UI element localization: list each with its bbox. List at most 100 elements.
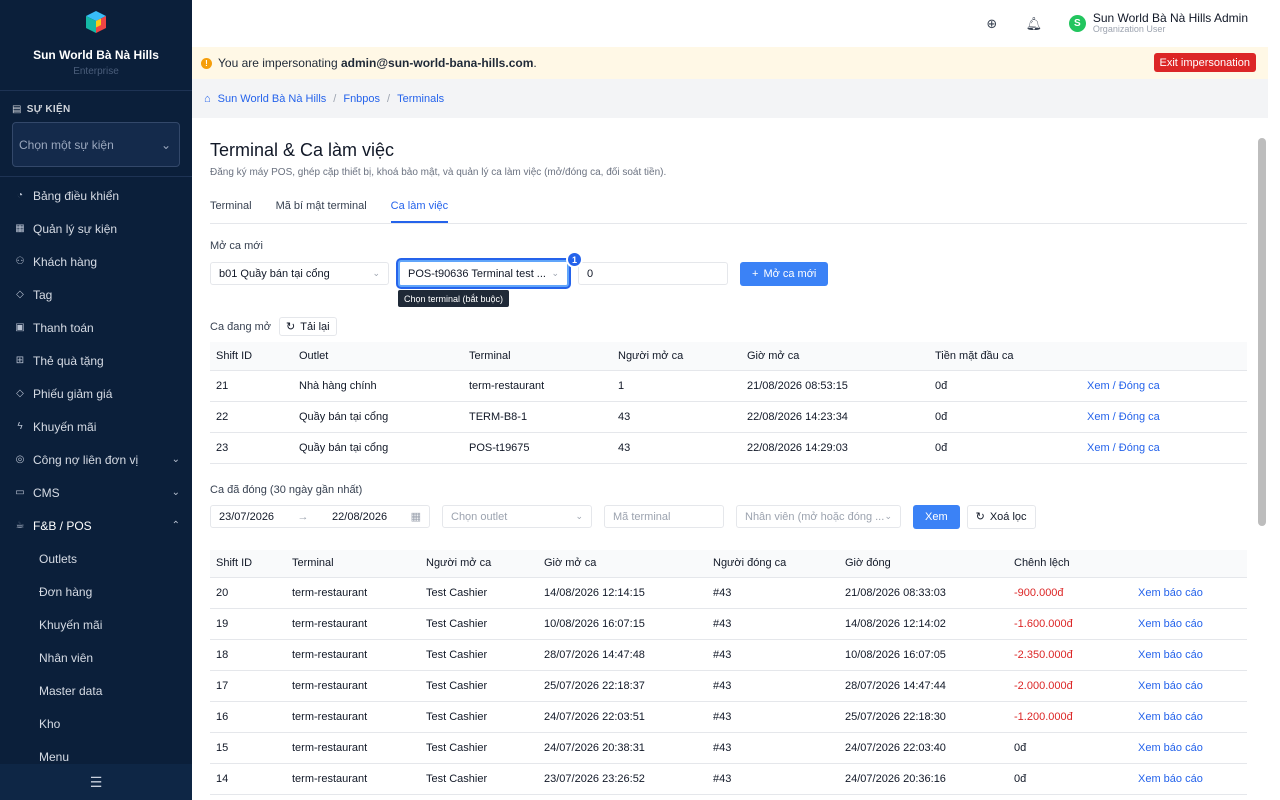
open-shifts-label: Ca đang mở	[210, 320, 272, 333]
terminal-select[interactable]: POS-t90636 Terminal test ... ⌄	[398, 260, 569, 287]
chevron-down-icon: ⌄	[160, 137, 171, 152]
calendar-icon: ▦	[410, 511, 421, 523]
column-header: Shift ID	[210, 342, 293, 371]
promotion-icon: ϟ	[17, 421, 23, 432]
table-row: 16 term-restaurant Test Cashier 24/07/2026 …	[210, 701, 1247, 733]
plus-icon: +	[752, 267, 759, 280]
staff-filter-select[interactable]: Nhân viên (mở hoặc đóng ... ⌄	[736, 505, 901, 528]
tab-terminal-secret[interactable]: Mã bí mật terminal	[276, 200, 367, 223]
sidebar-subitem-master-data[interactable]: Master data	[0, 674, 192, 707]
sidebar-subitem-outlets[interactable]: Outlets	[0, 542, 192, 575]
bell-icon[interactable]: 🔔︎	[1026, 16, 1043, 31]
exit-impersonation-button[interactable]: Exit impersonation	[1153, 53, 1256, 72]
outlet-filter-select[interactable]: Chọn outlet ⌄	[442, 505, 592, 528]
column-header: Chênh lệch	[1008, 549, 1120, 578]
table-row: 15 term-restaurant Test Cashier 24/07/2026 …	[210, 732, 1247, 764]
terminal-code-input[interactable]: Mã terminal	[604, 505, 724, 528]
user-name: Sun World Bà Nà Hills Admin	[1092, 11, 1248, 25]
payment-icon: ▣	[15, 322, 25, 333]
sidebar-item-debt[interactable]: ◎ Công nợ liên đơn vị ⌄	[0, 443, 192, 476]
chevron-down-icon: ⌄	[171, 487, 180, 498]
view-close-shift-link[interactable]: Xem / Đóng ca	[1081, 370, 1247, 402]
table-row: 20 term-restaurant Test Cashier 14/08/2026 …	[210, 577, 1247, 609]
brand-name: Sun World Bà Nà Hills	[33, 48, 159, 62]
opening-cash-input[interactable]: 0	[578, 262, 728, 285]
impersonation-banner: ! You are impersonating admin@sun-world-…	[192, 47, 1268, 79]
table-row: 17 term-restaurant Test Cashier 25/07/2026 …	[210, 670, 1247, 702]
user-menu[interactable]: S Sun World Bà Nà Hills Admin Organizati…	[1068, 11, 1248, 35]
open-shift-form: b01 Quầy bán tại cổng ⌄ POS-t90636 Termin…	[210, 251, 1247, 307]
column-header: Người mở ca	[612, 342, 741, 371]
column-header: Outlet	[293, 342, 463, 371]
view-close-shift-link[interactable]: Xem / Đóng ca	[1081, 401, 1247, 433]
sidebar-subitem-warehouse[interactable]: Kho	[0, 707, 192, 740]
sidebar-subitem-orders[interactable]: Đơn hàng	[0, 575, 192, 608]
table-row: 14 term-restaurant Test Cashier 23/07/2026 …	[210, 763, 1247, 795]
step-badge: 1	[566, 251, 583, 268]
chevron-down-icon: ⌄	[551, 268, 559, 278]
scrollbar[interactable]	[1258, 138, 1266, 526]
sidebar-item-tag[interactable]: ◇ Tag	[0, 278, 192, 311]
topbar: ⊕ 🔔︎ S Sun World Bà Nà Hills Admin Organ…	[192, 0, 1268, 47]
tag-icon: ◇	[16, 289, 24, 300]
open-shift-button[interactable]: + Mở ca mới	[740, 261, 829, 286]
users-icon: ⚇	[15, 256, 25, 267]
date-to: 22/08/2026	[332, 510, 388, 523]
sidebar-item-payment[interactable]: ▣ Thanh toán	[0, 311, 192, 344]
sidebar-item-gift-card[interactable]: ⊞ Thẻ quà tặng	[0, 344, 192, 377]
view-report-link[interactable]: Xem báo cáo	[1120, 670, 1247, 702]
view-report-link[interactable]: Xem báo cáo	[1120, 608, 1247, 640]
open-shift-label: Mở ca mới	[210, 240, 263, 252]
column-header: Shift ID	[210, 549, 286, 578]
sidebar-item-events[interactable]: ▦ Quản lý sự kiện	[0, 212, 192, 245]
tab-shifts[interactable]: Ca làm việc	[390, 200, 449, 223]
sidebar-collapse-button[interactable]: ☰	[0, 764, 192, 800]
view-button[interactable]: Xem	[913, 504, 960, 529]
sidebar-item-coupon[interactable]: ◇ Phiếu giảm giá	[0, 377, 192, 410]
breadcrumb-terminals[interactable]: Terminals	[397, 93, 444, 105]
column-header: Giờ đóng	[839, 549, 1008, 578]
view-report-link[interactable]: Xem báo cáo	[1120, 732, 1247, 764]
sidebar-item-dashboard[interactable]: ◔ Bảng điều khiển	[0, 179, 192, 212]
view-report-link[interactable]: Xem báo cáo	[1120, 577, 1247, 609]
sidebar-item-fnb-pos[interactable]: ☕ F&B / POS ⌃	[0, 509, 192, 542]
debt-icon: ◎	[15, 454, 25, 465]
sidebar-item-cms[interactable]: ▭ CMS ⌄	[0, 476, 192, 509]
breadcrumb-fnbpos[interactable]: Fnbpos	[343, 93, 380, 105]
column-header: Terminal	[463, 342, 612, 371]
column-header	[1120, 549, 1247, 578]
clear-filter-button[interactable]: ↻ Xoá lọc	[966, 504, 1036, 529]
sidebar-subitem-staff[interactable]: Nhân viên	[0, 641, 192, 674]
reload-button[interactable]: ↻ Tải lại	[279, 317, 337, 336]
page-description: Đăng ký máy POS, ghép cặp thiết bị, khoá…	[210, 167, 667, 178]
globe-icon[interactable]: ⊕	[985, 16, 999, 31]
calendar-icon: ▤	[12, 104, 22, 115]
breadcrumb-org[interactable]: Sun World Bà Nà Hills	[218, 93, 327, 105]
sidebar-item-promotion[interactable]: ϟ Khuyến mãi	[0, 410, 192, 443]
sidebar-subitem-promotions[interactable]: Khuyến mãi	[0, 608, 192, 641]
view-report-link[interactable]: Xem báo cáo	[1120, 763, 1247, 795]
gift-icon: ⊞	[15, 355, 25, 366]
terminal-tooltip: Chọn terminal (bắt buộc)	[398, 290, 510, 307]
page-title: Terminal & Ca làm việc	[210, 140, 395, 160]
main-content: Terminal & Ca làm việc Đăng ký máy POS, …	[192, 118, 1268, 800]
event-section-title: ▤ SỰ KIỆN	[12, 104, 71, 115]
sidebar-item-customers[interactable]: ⚇ Khách hàng	[0, 245, 192, 278]
date-range-picker[interactable]: 23/07/2026 → 22/08/2026 ▦	[210, 505, 430, 528]
column-header: Terminal	[286, 549, 420, 578]
chevron-down-icon: ⌄	[171, 454, 180, 465]
column-header: Người mở ca	[420, 549, 538, 578]
closed-shifts-label: Ca đã đóng (30 ngày gần nhất)	[210, 483, 363, 496]
column-header	[1081, 342, 1247, 371]
view-report-link[interactable]: Xem báo cáo	[1120, 701, 1247, 733]
closed-shifts-filters: 23/07/2026 → 22/08/2026 ▦ Chọn outlet ⌄ M…	[210, 504, 1247, 529]
tab-terminal[interactable]: Terminal	[210, 200, 252, 223]
brand-logo-icon	[86, 11, 106, 33]
view-report-link[interactable]: Xem báo cáo	[1120, 639, 1247, 671]
reload-icon: ↻	[286, 321, 296, 333]
outlet-select[interactable]: b01 Quầy bán tại cổng ⌄	[210, 262, 389, 285]
table-row: 19 term-restaurant Test Cashier 10/08/2026 …	[210, 608, 1247, 640]
table-row: 18 term-restaurant Test Cashier 28/07/2026 …	[210, 639, 1247, 671]
view-close-shift-link[interactable]: Xem / Đóng ca	[1081, 432, 1247, 464]
event-select[interactable]: Chọn một sự kiện ⌄	[12, 122, 180, 167]
